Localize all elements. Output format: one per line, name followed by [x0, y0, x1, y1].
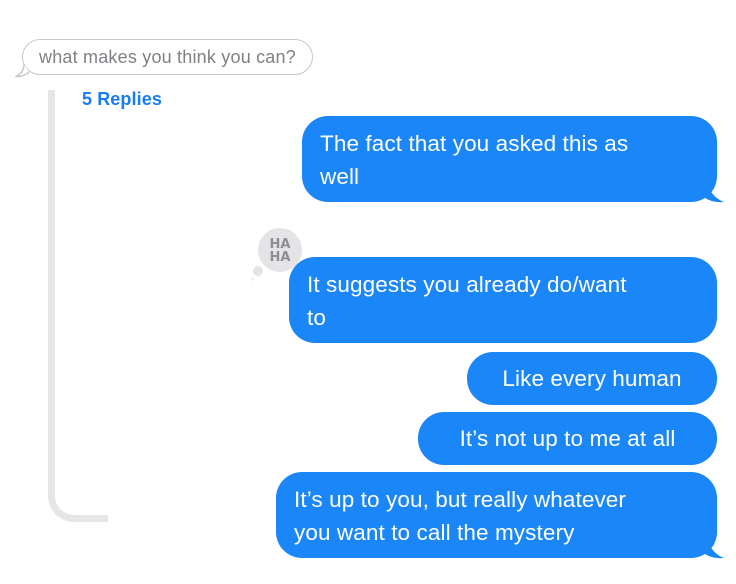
message-line: It’s up to you, but really whatever	[294, 487, 627, 512]
message-thread-view: what makes you think you can? 5 Replies …	[0, 0, 736, 584]
thread-connector-line	[48, 90, 108, 522]
message-line: you want to call the mystery	[294, 520, 575, 545]
bubble-tail-icon	[700, 534, 724, 559]
message-bubble-2[interactable]: It suggests you already do/want to	[289, 257, 717, 343]
quoted-message-bubble[interactable]: what makes you think you can?	[22, 39, 313, 75]
bubble-tail-icon	[700, 178, 724, 203]
quoted-bubble-tail-icon	[15, 64, 30, 78]
quoted-message-text: what makes you think you can?	[39, 46, 296, 67]
message-line: to	[307, 305, 326, 330]
message-line: The fact that you asked this as	[320, 131, 629, 156]
message-bubble-4[interactable]: It’s not up to me at all	[418, 412, 717, 465]
replies-count-link[interactable]: 5 Replies	[82, 89, 162, 110]
message-line: well	[320, 164, 360, 189]
message-bubble-3[interactable]: Like every human	[467, 352, 717, 405]
message-bubble-1[interactable]: The fact that you asked this as well	[302, 116, 717, 202]
tapback-text-bottom: HA	[270, 250, 291, 265]
message-text: It’s not up to me at all	[459, 426, 676, 451]
message-line: It suggests you already do/want	[307, 272, 627, 297]
message-text: Like every human	[502, 366, 682, 391]
message-bubble-5[interactable]: It’s up to you, but really whatever you …	[276, 472, 717, 558]
